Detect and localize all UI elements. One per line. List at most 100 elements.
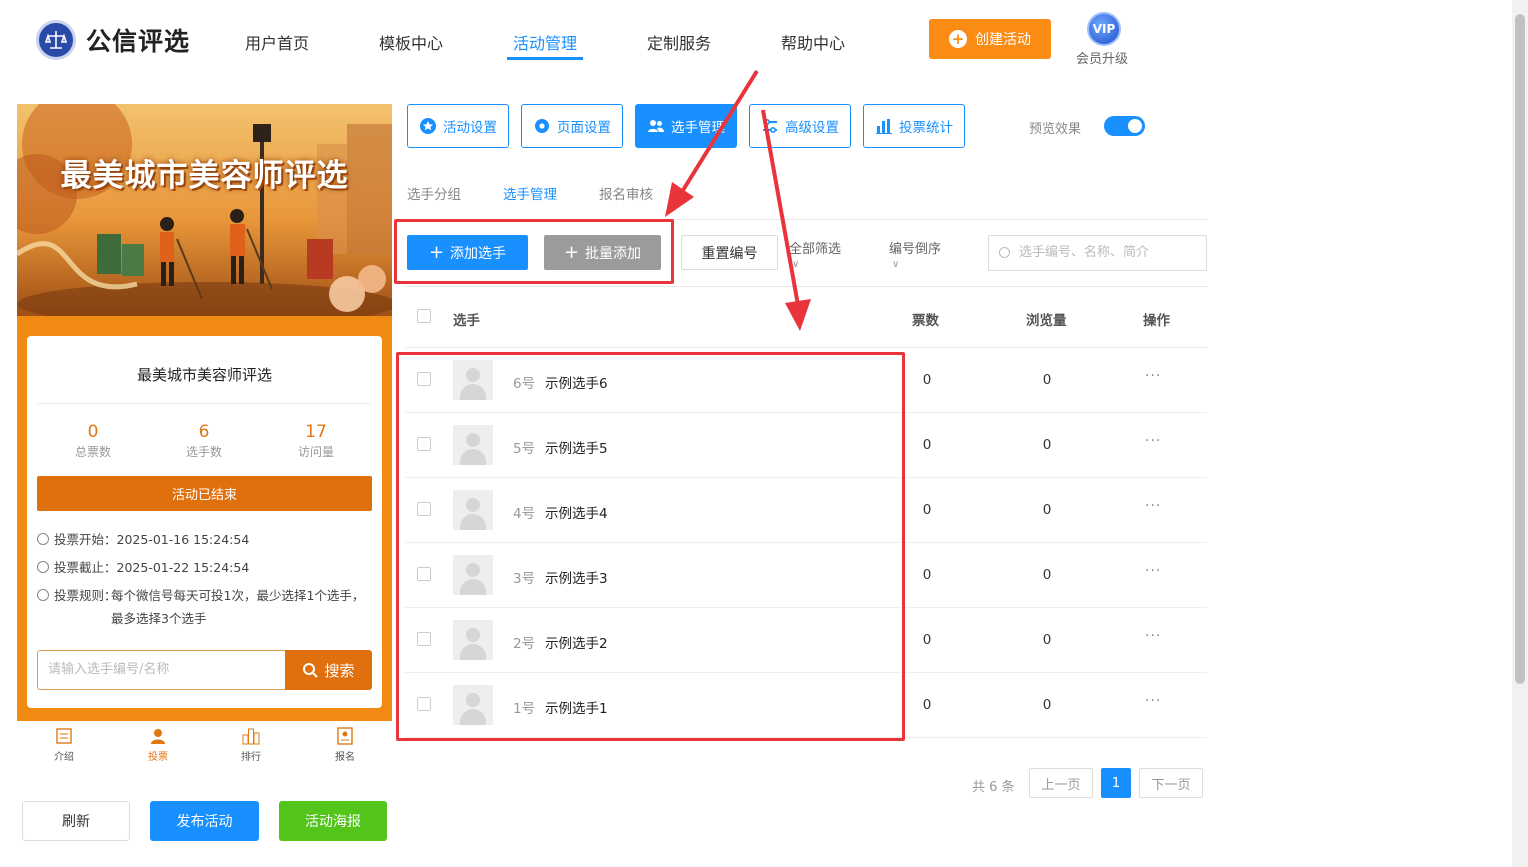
bottom-nav-signup[interactable]: 报名 [315,727,375,763]
player-votes: 0 [922,632,932,648]
column-header-actions: 操作 [1143,313,1170,329]
player-votes: 0 [922,437,932,453]
more-icon[interactable]: ··· [1145,563,1161,579]
player-name: 示例选手5 [545,441,608,457]
column-header-views[interactable]: 浏览量 [1026,309,1067,329]
logo-text[interactable]: 公信评选 [86,22,190,58]
player-search-field[interactable]: 选手编号、名称、简介 [988,235,1207,271]
prev-page-button[interactable]: 上一页 [1029,768,1093,798]
star-circle-icon [420,118,436,134]
player-views: 0 [1042,372,1052,388]
pagination-total: 共 6 条 [972,780,1015,795]
table-row: 2号 示例选手2 0 0 ··· [405,608,1207,673]
plus-circle-icon: + [949,30,967,48]
nav-custom-service[interactable]: 定制服务 [647,30,711,54]
clock-icon [37,533,49,545]
batch-add-button[interactable]: + 批量添加 [544,235,661,270]
player-name: 示例选手1 [545,701,608,717]
publish-activity-button[interactable]: 发布活动 [150,801,259,841]
search-icon [999,247,1010,258]
player-views: 0 [1042,632,1052,648]
player-number: 4号 [513,506,536,522]
activity-ended-button[interactable]: 活动已结束 [37,476,372,511]
logo-icon[interactable] [36,20,76,60]
vote-end-row: 投票截止：2025-01-22 15:24:54 [37,556,249,579]
vip-upgrade-link[interactable]: 会员升级 [1076,48,1128,67]
row-checkbox[interactable] [417,567,431,581]
annotation-arrows [665,69,811,331]
user-icon [151,729,165,744]
plus-icon: + [563,242,580,263]
more-icon[interactable]: ··· [1145,368,1161,384]
table-row: 6号 示例选手6 0 0 ··· [405,348,1207,413]
row-checkbox[interactable] [417,632,431,646]
next-page-button[interactable]: 下一页 [1139,768,1203,798]
create-activity-button[interactable]: + 创建活动 [929,19,1051,59]
preview-effect-toggle[interactable] [1104,116,1145,136]
row-checkbox[interactable] [417,437,431,451]
page-scrollbar[interactable] [1512,0,1528,867]
player-votes: 0 [922,502,932,518]
row-checkbox[interactable] [417,697,431,711]
info-panel: 最美城市美容师评选 0 总票数 6 选手数 17 访问量 活动已结束 投票开始：… [17,316,392,721]
avatar [453,490,493,530]
tab-vote-statistics[interactable]: 投票统计 [863,104,965,148]
player-name: 示例选手4 [545,506,608,522]
player-search-button[interactable]: 搜索 [285,650,372,690]
row-checkbox[interactable] [417,372,431,386]
row-checkbox[interactable] [417,502,431,516]
column-header-votes[interactable]: 票数 [912,309,939,329]
more-icon[interactable]: ··· [1145,693,1161,709]
bottom-nav-rank[interactable]: 排行 [221,727,281,763]
table-row: 5号 示例选手5 0 0 ··· [405,413,1207,478]
select-all-checkbox[interactable] [417,309,431,323]
plus-icon: + [428,242,445,263]
tab-activity-settings[interactable]: 活动设置 [407,104,509,148]
bottom-nav-intro[interactable]: 介绍 [34,727,94,763]
activity-card: 最美城市美容师评选 0 总票数 6 选手数 17 访问量 活动已结束 投票开始：… [27,336,382,708]
vip-icon[interactable]: VIP [1087,12,1121,46]
subtab-player-management[interactable]: 选手管理 [503,183,557,203]
chevron-down-icon: ∨ [892,259,900,270]
stat-player-count: 6 选手数 [185,422,222,459]
player-name: 示例选手3 [545,571,608,587]
banner-title: 最美城市美容师评选 [60,158,349,194]
nav-activity-management[interactable]: 活动管理 [513,30,577,54]
mobile-bottom-nav: 介绍 投票 排行 报名 [17,721,392,769]
avatar [453,685,493,725]
table-row: 3号 示例选手3 0 0 ··· [405,543,1207,608]
add-player-button[interactable]: + 添加选手 [407,235,528,270]
mobile-preview: 最美城市美容师评选 最美城市美容师评选 0 总票数 6 选手数 17 访问量 活… [17,104,392,769]
nav-help-center[interactable]: 帮助中心 [781,30,845,54]
refresh-button[interactable]: 刷新 [22,801,130,841]
player-search-input[interactable]: 请输入选手编号/名称 [37,650,286,690]
gear-icon [535,119,549,133]
more-icon[interactable]: ··· [1145,433,1161,449]
subtab-player-groups[interactable]: 选手分组 [407,183,461,203]
player-number: 6号 [513,376,536,392]
stat-total-votes: 0 总票数 [74,422,111,459]
player-number: 3号 [513,571,536,587]
player-number: 5号 [513,441,536,457]
preview-effect-label: 预览效果 [1029,122,1082,137]
column-header-player: 选手 [453,313,480,329]
nav-template-center[interactable]: 模板中心 [379,30,443,54]
scrollbar-thumb[interactable] [1515,14,1525,684]
table-row: 4号 示例选手4 0 0 ··· [405,478,1207,543]
activity-poster-button[interactable]: 活动海报 [279,801,387,841]
more-icon[interactable]: ··· [1145,498,1161,514]
tab-page-settings[interactable]: 页面设置 [521,104,623,148]
bottom-nav-vote[interactable]: 投票 [128,727,188,763]
page-button-current[interactable]: 1 [1101,768,1131,798]
avatar [453,360,493,400]
sort-dropdown[interactable]: 编号倒序 ∨ [889,238,941,270]
vote-rules-text: 每个微信号每天可投1次，最少选择1个选手，最多选择3个选手 [111,588,365,626]
banner-image: 最美城市美容师评选 [17,104,392,316]
player-views: 0 [1042,502,1052,518]
more-icon[interactable]: ··· [1145,628,1161,644]
divider [37,403,372,404]
nav-user-home[interactable]: 用户首页 [245,30,309,54]
stat-visits: 17 访问量 [297,422,334,459]
activity-title: 最美城市美容师评选 [136,366,272,384]
subtab-signup-review[interactable]: 报名审核 [599,183,653,203]
